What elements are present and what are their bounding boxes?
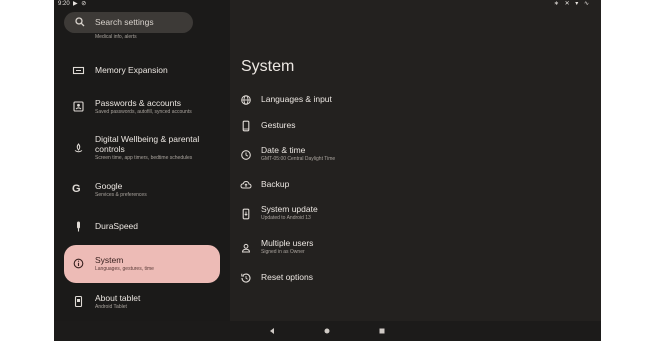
settings-item-reset-options[interactable]: Reset options xyxy=(240,271,540,285)
sidebar-item-title: Digital Wellbeing & parental controls xyxy=(95,134,200,154)
status-bar: 9:20 ▶ ⊘ ∗ ✕ ▾ ∿ xyxy=(54,0,601,9)
cloud-upload-icon xyxy=(240,179,252,191)
sidebar-item-subtitle: Screen time, app timers, bedtime schedul… xyxy=(95,155,193,161)
recents-icon[interactable] xyxy=(377,326,387,336)
settings-item-system-update[interactable]: System update Updated to Android 13 xyxy=(240,204,540,224)
search-icon xyxy=(74,16,86,28)
sidebar-item-title: Google xyxy=(95,181,123,191)
settings-item-title: Languages & input xyxy=(261,94,332,104)
settings-item-title: Backup xyxy=(261,179,290,189)
clock-icon xyxy=(240,149,252,161)
home-icon[interactable] xyxy=(322,326,332,336)
settings-item-backup[interactable]: Backup xyxy=(240,178,540,192)
settings-item-subtitle: Signed in as Owner xyxy=(261,249,305,255)
sidebar-item-subtitle: Languages, gestures, time xyxy=(95,266,154,272)
sidebar-item-title: About tablet xyxy=(95,293,141,303)
search-bar[interactable]: Search settings xyxy=(64,12,193,33)
person-icon xyxy=(240,242,252,254)
sidebar-item-title: Passwords & accounts xyxy=(95,98,181,108)
settings-item-subtitle: GMT-05:00 Central Daylight Time xyxy=(261,156,336,162)
history-icon xyxy=(240,272,252,284)
tablet-screen: Search settings Medical info, alerts Mem… xyxy=(54,0,601,341)
settings-item-multiple-users[interactable]: Multiple users Signed in as Owner xyxy=(240,238,540,258)
settings-item-title: Date & time xyxy=(261,145,306,155)
settings-item-title: Reset options xyxy=(261,272,313,282)
google-icon: G xyxy=(72,183,81,195)
globe-icon xyxy=(240,94,252,106)
sidebar-item-system[interactable]: System Languages, gestures, time xyxy=(64,245,220,283)
settings-item-date-time[interactable]: Date & time GMT-05:00 Central Daylight T… xyxy=(240,145,540,165)
sidebar-item-memory-expansion[interactable]: Memory Expansion xyxy=(64,58,220,82)
status-system-icons: ∗ ✕ ▾ ∿ xyxy=(553,1,591,7)
duraspeed-icon xyxy=(72,220,85,233)
system-settings-pane: System Languages & input Gestures Date &… xyxy=(230,0,601,321)
info-icon xyxy=(72,257,85,270)
sidebar-item-subtitle: Services & preferences xyxy=(95,192,147,198)
settings-item-gestures[interactable]: Gestures xyxy=(240,119,540,133)
settings-item-title: System update xyxy=(261,204,318,214)
sidebar-item-about-tablet[interactable]: About tablet Android Tablet xyxy=(64,288,220,316)
sidebar-item-google[interactable]: G Google Services & preferences xyxy=(64,176,220,204)
status-time: 9:20 xyxy=(58,1,70,7)
account-box-icon xyxy=(72,100,85,113)
sidebar-item-title: Memory Expansion xyxy=(95,65,168,75)
settings-item-languages-input[interactable]: Languages & input xyxy=(240,93,540,107)
sidebar-item-passwords-accounts[interactable]: Passwords & accounts Saved passwords, au… xyxy=(64,92,220,120)
status-notification-icons: ▶ ⊘ xyxy=(73,1,88,7)
sidebar-item-subtitle: Saved passwords, autofill, synced accoun… xyxy=(95,109,192,115)
clipped-subtitle: Medical info, alerts xyxy=(95,34,137,40)
settings-sidebar: Search settings Medical info, alerts Mem… xyxy=(54,0,230,321)
navigation-bar xyxy=(54,321,601,341)
tablet-icon xyxy=(72,295,85,308)
sidebar-item-duraspeed[interactable]: DuraSpeed xyxy=(64,214,220,238)
page-title: System xyxy=(241,58,295,75)
search-label: Search settings xyxy=(95,17,154,27)
back-icon[interactable] xyxy=(267,326,277,336)
phone-icon xyxy=(240,120,252,132)
sidebar-item-title: System xyxy=(95,255,124,265)
memory-icon xyxy=(72,64,85,77)
sidebar-item-title: DuraSpeed xyxy=(95,221,139,231)
wellbeing-icon xyxy=(72,142,85,155)
settings-item-title: Gestures xyxy=(261,120,296,130)
sidebar-item-subtitle: Android Tablet xyxy=(95,304,127,310)
settings-item-subtitle: Updated to Android 13 xyxy=(261,215,311,221)
sidebar-item-digital-wellbeing[interactable]: Digital Wellbeing & parental controls Sc… xyxy=(64,130,220,170)
system-update-icon xyxy=(240,208,252,220)
settings-item-title: Multiple users xyxy=(261,238,314,248)
